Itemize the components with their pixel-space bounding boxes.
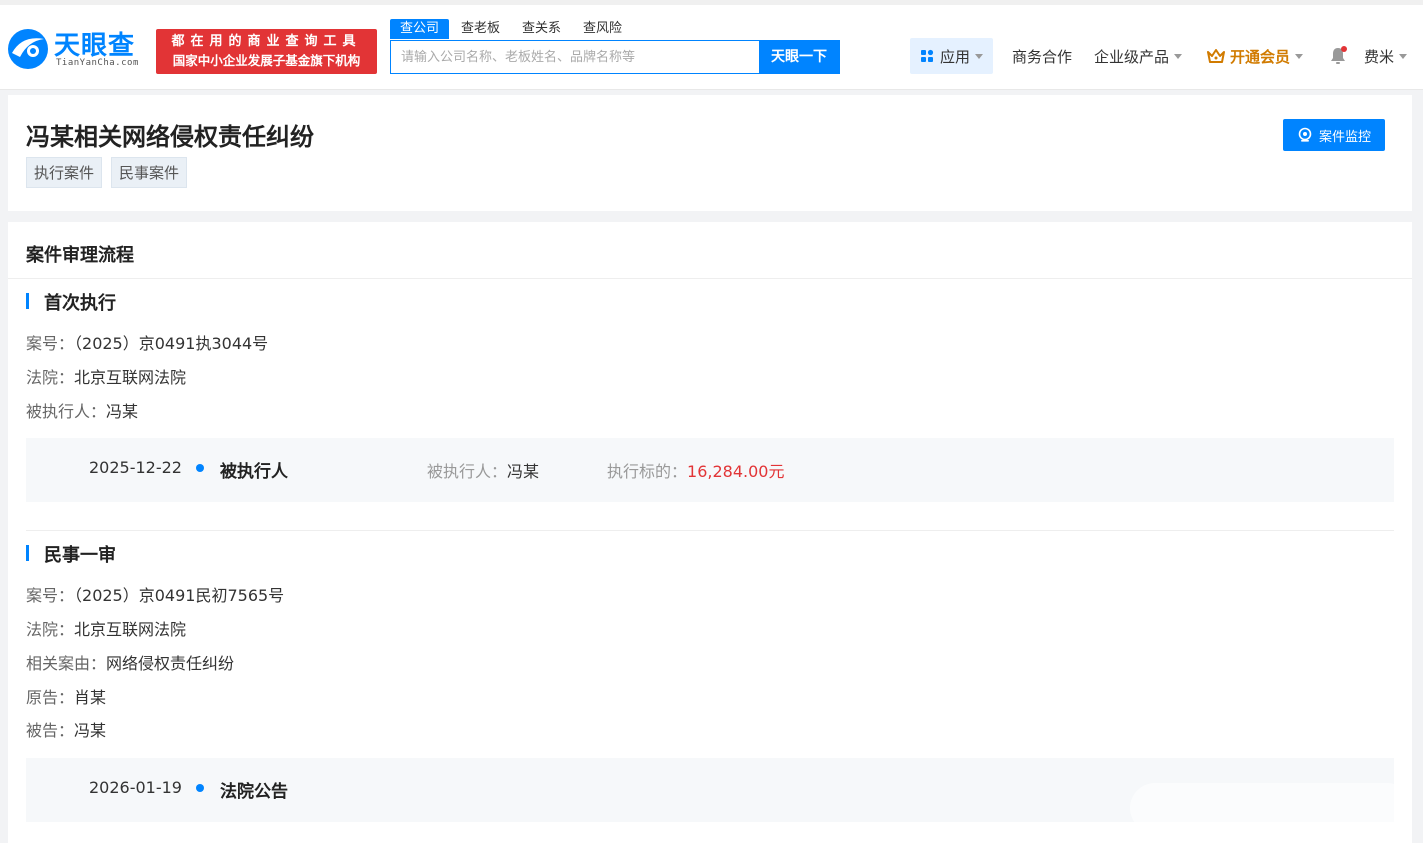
tab-company[interactable]: 查公司 <box>390 19 450 39</box>
field-case-number: 案号：（2025）京0491执3044号 <box>26 330 268 354</box>
event-type: 法院公告 <box>220 782 288 802</box>
timeline-dot <box>196 464 204 472</box>
logo[interactable]: 天眼查 TianYanCha.com <box>6 25 151 75</box>
tianyancha-logo-icon <box>8 29 48 69</box>
tab-relation[interactable]: 查关系 <box>512 19 571 39</box>
field-value[interactable]: 肖某 <box>74 688 106 707</box>
event-amount: 执行标的：16,284.00元 <box>607 458 784 482</box>
tab-boss[interactable]: 查老板 <box>451 19 510 39</box>
apps-menu[interactable]: 应用 <box>910 38 993 74</box>
field-case-number: 案号：（2025）京0491民初7565号 <box>26 582 284 606</box>
event-party-value[interactable]: 冯某 <box>507 462 539 481</box>
field-defendant: 被告：冯某 <box>26 717 106 741</box>
event-date: 2026-01-19 <box>89 778 182 797</box>
event-party: 被执行人：冯某 <box>427 458 539 482</box>
field-label: 相关案由： <box>26 654 107 673</box>
chevron-down-icon <box>1174 53 1183 59</box>
tag-execution-case: 执行案件 <box>26 157 103 188</box>
search-button[interactable]: 天眼一下 <box>759 41 839 73</box>
tab-risk[interactable]: 查风险 <box>573 19 632 39</box>
bell-icon <box>1331 46 1347 64</box>
slogan-line-1: 都在用的商业查询工具 <box>171 34 362 49</box>
field-label: 案号： <box>26 334 75 353</box>
field-value: 北京互联网法院 <box>74 368 187 387</box>
case-tags: 执行案件 民事案件 <box>26 157 188 188</box>
business-label: 商务合作 <box>1012 47 1073 66</box>
field-court: 法院：北京互联网法院 <box>26 616 186 640</box>
field-value[interactable]: 冯某 <box>106 402 138 421</box>
field-value: 北京互联网法院 <box>74 620 187 639</box>
event-type: 被执行人 <box>220 462 288 482</box>
field-executed-person: 被执行人：冯某 <box>26 398 138 422</box>
search-box: 天眼一下 <box>390 40 840 74</box>
field-label: 原告： <box>26 688 75 707</box>
field-cause: 相关案由：网络侵权责任纠纷 <box>26 650 234 674</box>
chevron-down-icon <box>1295 53 1304 59</box>
top-header: 天眼查 TianYanCha.com 都在用的商业查询工具 国家中小企业发展子基… <box>0 0 1423 90</box>
vip-label: 开通会员 <box>1230 47 1291 66</box>
field-value: 网络侵权责任纠纷 <box>106 654 235 673</box>
logo-domain: TianYanCha.com <box>56 58 139 68</box>
chevron-down-icon <box>1399 53 1408 59</box>
enterprise-label: 企业级产品 <box>1094 47 1170 66</box>
field-label: 案号： <box>26 586 75 605</box>
search-input[interactable] <box>391 41 759 73</box>
apps-label: 应用 <box>939 47 970 66</box>
page-title: 冯某相关网络侵权责任纠纷 <box>26 123 314 151</box>
field-label: 法院： <box>26 368 75 387</box>
field-plaintiff: 原告：肖某 <box>26 684 106 708</box>
process-header: 案件审理流程 <box>8 222 1412 279</box>
field-value: （2025）京0491民初7565号 <box>74 586 285 605</box>
tag-civil-case: 民事案件 <box>111 157 188 188</box>
logo-text: 天眼查 <box>54 31 136 61</box>
timeline-dot <box>196 784 204 792</box>
event-amount-label: 执行标的： <box>607 462 688 481</box>
case-monitor-label: 案件监控 <box>1318 129 1371 145</box>
event-date: 2025-12-22 <box>89 458 182 477</box>
event-amount-value: 16,284.00元 <box>687 462 785 481</box>
monitor-icon <box>1298 127 1312 142</box>
section-divider <box>26 530 1394 531</box>
field-court: 法院：北京互联网法院 <box>26 364 186 388</box>
field-label: 被执行人： <box>26 402 107 421</box>
nav-vip[interactable]: 开通会员 <box>1207 38 1304 74</box>
notification-button[interactable] <box>1328 38 1348 74</box>
apps-grid-icon <box>920 49 934 62</box>
field-value[interactable]: 冯某 <box>74 721 106 740</box>
field-value: （2025）京0491执3044号 <box>74 334 269 353</box>
user-name: 费米 <box>1364 47 1395 66</box>
timeline-event-row: 2025-12-22 被执行人 被执行人：冯某 执行标的：16,284.00元 <box>26 438 1394 502</box>
case-process-card: 案件审理流程 首次执行 案号：（2025）京0491执3044号 法院：北京互联… <box>8 222 1412 843</box>
event-party-label: 被执行人： <box>427 462 508 481</box>
nav-business[interactable]: 商务合作 <box>1012 38 1072 74</box>
nav-enterprise[interactable]: 企业级产品 <box>1094 38 1183 74</box>
case-monitor-button[interactable]: 案件监控 <box>1283 119 1385 151</box>
slogan-line-2: 国家中小企业发展子基金旗下机构 <box>172 53 361 68</box>
watermark <box>1130 783 1412 833</box>
chevron-down-icon <box>975 53 983 59</box>
user-menu[interactable]: 费米 <box>1364 38 1408 74</box>
field-label: 法院： <box>26 620 75 639</box>
field-label: 被告： <box>26 721 75 740</box>
section-title-first-execution: 首次执行 <box>26 289 116 315</box>
section-title-civil-first-instance: 民事一审 <box>26 541 116 567</box>
search-tabs: 查公司 查老板 查关系 查风险 <box>390 19 634 39</box>
process-title: 案件审理流程 <box>26 245 134 266</box>
case-title-card: 冯某相关网络侵权责任纠纷 执行案件 民事案件 案件监控 <box>8 95 1412 211</box>
crown-icon <box>1207 49 1225 63</box>
slogan-banner: 都在用的商业查询工具 国家中小企业发展子基金旗下机构 <box>156 29 377 74</box>
